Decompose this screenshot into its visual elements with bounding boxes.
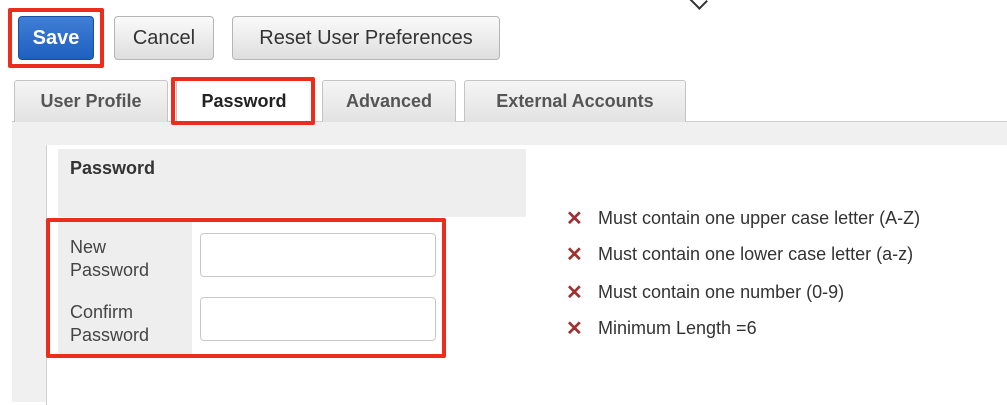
save-button-highlight: [8, 8, 104, 68]
requirement-text: Minimum Length =6: [598, 318, 757, 338]
partial-glyph-icon: [688, 0, 708, 10]
requirement-text: Must contain one number (0-9): [598, 282, 845, 302]
x-icon: ✕: [566, 318, 583, 340]
tab-external-accounts[interactable]: External Accounts: [464, 80, 686, 122]
requirement-item: ✕ Must contain one lower case letter (a-…: [566, 242, 913, 267]
requirement-item: ✕ Must contain one number (0-9): [566, 280, 844, 305]
password-tab-highlight: [171, 77, 315, 125]
x-icon: ✕: [566, 282, 583, 304]
requirement-item: ✕ Minimum Length =6: [566, 316, 757, 341]
x-icon: ✕: [566, 244, 583, 266]
section-title: Password: [70, 158, 156, 178]
reset-user-preferences-button[interactable]: Reset User Preferences: [232, 16, 500, 60]
cancel-button[interactable]: Cancel: [114, 16, 214, 60]
requirement-item: ✕ Must contain one upper case letter (A-…: [566, 206, 920, 231]
password-fields-highlight: [46, 218, 446, 358]
requirement-text: Must contain one upper case letter (A-Z): [598, 208, 921, 228]
x-icon: ✕: [566, 208, 583, 230]
tab-user-profile[interactable]: User Profile: [14, 80, 168, 122]
tab-advanced[interactable]: Advanced: [322, 80, 456, 122]
requirement-text: Must contain one lower case letter (a-z): [598, 244, 914, 264]
